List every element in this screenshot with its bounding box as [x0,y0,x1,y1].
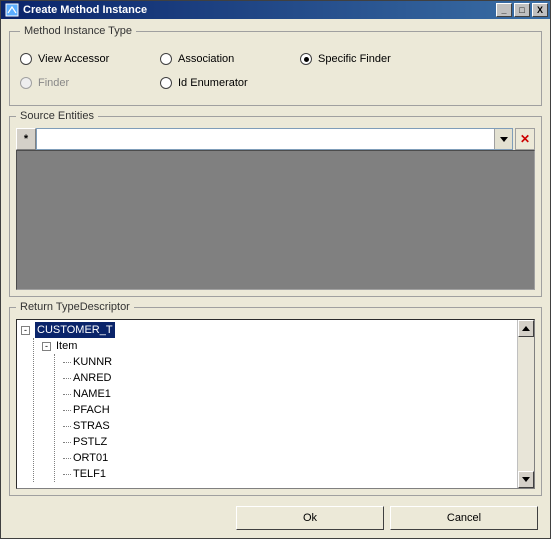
scroll-down-icon[interactable] [518,471,534,488]
tree-leaf[interactable]: TELF1 [63,466,530,482]
tree-item-label[interactable]: Item [56,338,77,354]
scroll-up-icon[interactable] [518,320,534,337]
radio-view-accessor[interactable]: View Accessor [20,53,160,65]
radio-specific-finder[interactable]: Specific Finder [300,53,480,65]
type-tree[interactable]: - CUSTOMER_T - Item KUNNR ANRED NAME1 PF… [16,319,535,489]
row-selector[interactable]: * [16,128,36,150]
source-entities-group: Source Entities * ✕ [9,110,542,297]
maximize-button[interactable]: □ [514,3,530,17]
source-entities-empty-area [16,150,535,290]
tree-leaf[interactable]: PFACH [63,402,530,418]
radio-label: Finder [38,77,69,89]
radio-finder: Finder [20,77,160,89]
delete-icon: ✕ [520,132,530,146]
radio-id-enumerator[interactable]: Id Enumerator [160,77,300,89]
method-instance-type-group: Method Instance Type View Accessor Assoc… [9,25,542,106]
radio-icon [300,53,312,65]
radio-label: Association [178,53,234,65]
radio-label: Specific Finder [318,53,391,65]
radio-label: Id Enumerator [178,77,248,89]
source-entities-legend: Source Entities [16,110,98,122]
tree-node-item[interactable]: - Item [42,338,530,354]
source-entity-combo[interactable] [36,128,513,150]
tree-root-label[interactable]: CUSTOMER_T [35,322,115,338]
radio-icon [20,77,32,89]
method-instance-type-legend: Method Instance Type [20,25,136,37]
ok-button[interactable]: Ok [236,506,384,530]
tree-leaf[interactable]: ORT01 [63,450,530,466]
tree-leaves-container: KUNNR ANRED NAME1 PFACH STRAS PSTLZ ORT0… [54,354,530,482]
tree-leaf[interactable]: ANRED [63,370,530,386]
combo-chevron-down-icon[interactable] [494,129,512,149]
radio-icon [160,53,172,65]
tree-node-root[interactable]: - CUSTOMER_T [21,322,530,338]
close-button[interactable]: X [532,3,548,17]
source-entity-input[interactable] [37,129,494,149]
return-type-legend: Return TypeDescriptor [16,301,134,313]
tree-leaf[interactable]: KUNNR [63,354,530,370]
dialog-buttons: Ok Cancel [9,500,542,534]
return-type-group: Return TypeDescriptor - CUSTOMER_T - Ite… [9,301,542,496]
tree-collapse-icon[interactable]: - [21,326,30,335]
radio-label: View Accessor [38,53,109,65]
radio-icon [160,77,172,89]
delete-row-button[interactable]: ✕ [515,128,535,150]
cancel-button[interactable]: Cancel [390,506,538,530]
titlebar: Create Method Instance _ □ X [1,1,550,19]
window-title: Create Method Instance [23,4,494,16]
radio-icon [20,53,32,65]
app-icon [5,3,19,17]
tree-leaf[interactable]: NAME1 [63,386,530,402]
radio-association[interactable]: Association [160,53,300,65]
tree-leaf[interactable]: PSTLZ [63,434,530,450]
tree-collapse-icon[interactable]: - [42,342,51,351]
tree-leaf[interactable]: STRAS [63,418,530,434]
minimize-button[interactable]: _ [496,3,512,17]
tree-scrollbar[interactable] [517,320,534,488]
